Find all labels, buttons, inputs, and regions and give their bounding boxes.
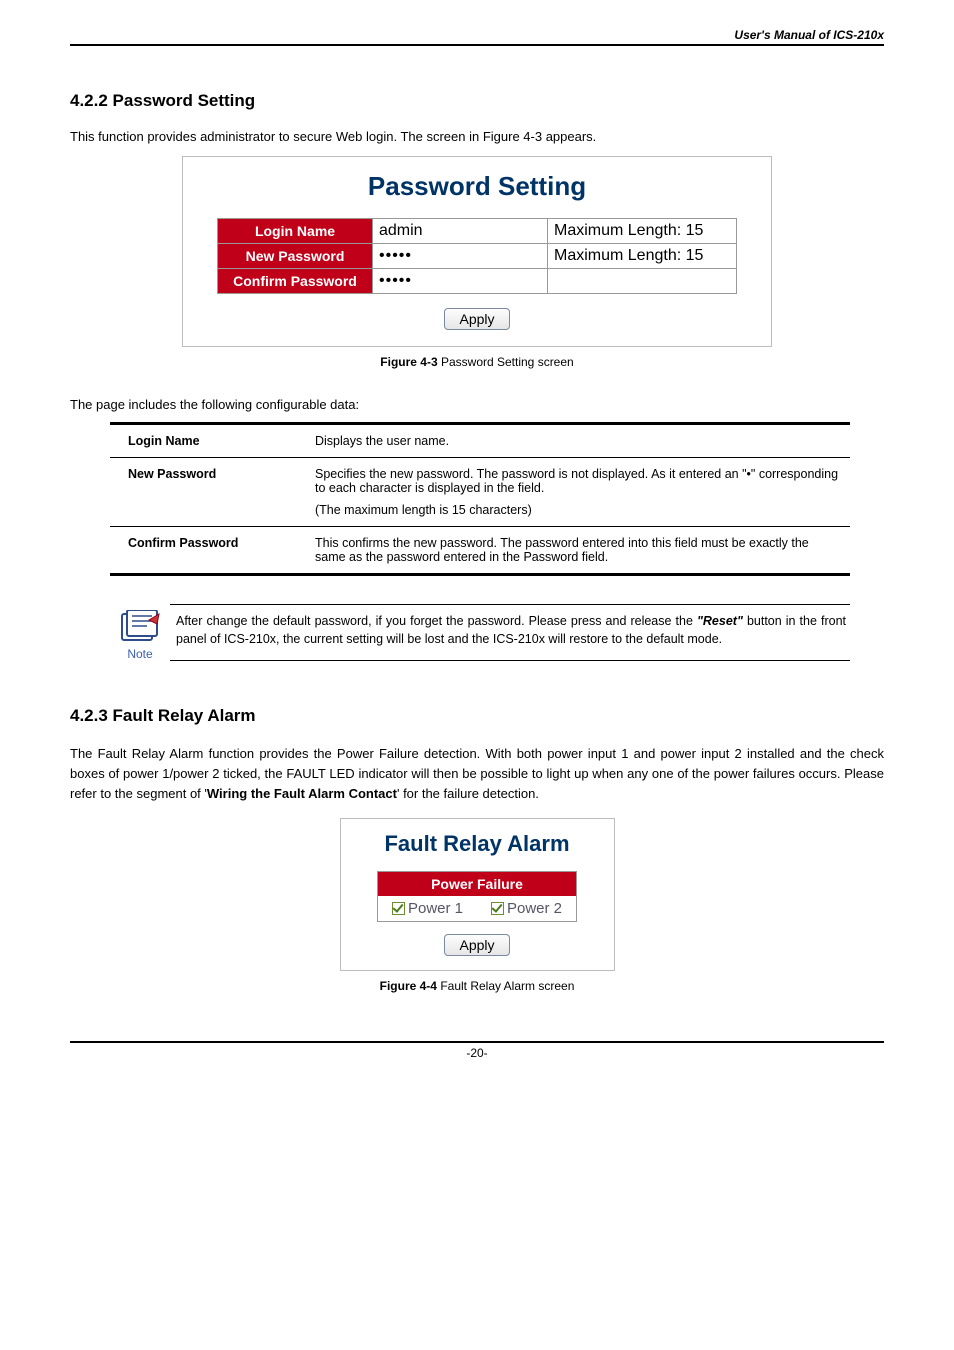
fault-relay-screenshot: Fault Relay Alarm Power Failure Power 1 … [340,818,615,971]
page-header: User's Manual of ICS-210x [70,28,884,46]
confirm-password-hint [548,269,737,294]
fra-title: Fault Relay Alarm [355,831,600,857]
new-password-label: New Password [218,244,373,269]
cfg-confirm-key: Confirm Password [110,527,305,575]
power1-checkbox[interactable] [392,902,405,915]
figure-4-4-number: Figure 4-4 [380,979,437,993]
cfg-newpw-line1: Specifies the new password. The password… [315,467,840,495]
section-heading-password: 4.2.2 Password Setting [70,91,884,111]
figure-4-3-text: Password Setting screen [438,355,574,369]
note-text-1: After change the default password, if yo… [176,614,697,628]
config-intro: The page includes the following configur… [70,397,884,412]
fra-table: Power Failure Power 1 Power 2 [377,871,577,922]
screenshot-title: Password Setting [201,171,753,202]
login-name-input[interactable] [379,222,541,240]
page-number: -20- [466,1046,487,1060]
section-heading-fault-relay: 4.2.3 Fault Relay Alarm [70,706,884,726]
fra-p1b: Wiring the Fault Alarm Contact [207,786,397,801]
fault-relay-intro: The Fault Relay Alarm function provides … [70,744,884,804]
login-name-hint: Maximum Length: 15 [548,219,737,244]
figure-4-4-text: Fault Relay Alarm screen [437,979,574,993]
new-password-hint: Maximum Length: 15 [548,244,737,269]
fra-p1c: ' for the failure detection. [397,786,539,801]
note-label: Note [127,647,152,661]
power2-cell: Power 2 [477,896,577,922]
password-intro: This function provides administrator to … [70,129,884,144]
cfg-login-val: Displays the user name. [305,424,850,458]
note-text-bold: "Reset" [697,614,743,628]
note-icon: Note [110,604,170,661]
apply-button[interactable]: Apply [444,308,509,330]
password-setting-screenshot: Password Setting Login Name Maximum Leng… [182,156,772,347]
power1-cell: Power 1 [377,896,477,922]
note-block: Note After change the default password, … [110,604,850,661]
cfg-newpw-key: New Password [110,458,305,527]
manual-title: User's Manual of ICS-210x [70,28,884,42]
power2-label: Power 2 [507,900,562,917]
fra-apply-button[interactable]: Apply [444,934,509,956]
config-table: Login Name Displays the user name. New P… [110,422,850,576]
new-password-input[interactable]: ••••• [379,247,412,264]
figure-4-3-caption: Figure 4-3 Password Setting screen [70,355,884,369]
note-text: After change the default password, if yo… [170,604,850,661]
cfg-newpw-val: Specifies the new password. The password… [305,458,850,527]
confirm-password-label: Confirm Password [218,269,373,294]
figure-4-4-caption: Figure 4-4 Fault Relay Alarm screen [70,979,884,993]
power1-label: Power 1 [408,900,463,917]
figure-4-3-number: Figure 4-3 [380,355,437,369]
confirm-password-input[interactable]: ••••• [379,272,412,289]
page-footer: -20- [70,1041,884,1060]
fra-head: Power Failure [377,872,576,897]
cfg-login-key: Login Name [110,424,305,458]
password-form-table: Login Name Maximum Length: 15 New Passwo… [217,218,737,294]
cfg-newpw-line2: (The maximum length is 15 characters) [315,503,840,517]
power2-checkbox[interactable] [491,902,504,915]
login-name-label: Login Name [218,219,373,244]
cfg-confirm-val: This confirms the new password. The pass… [305,527,850,575]
